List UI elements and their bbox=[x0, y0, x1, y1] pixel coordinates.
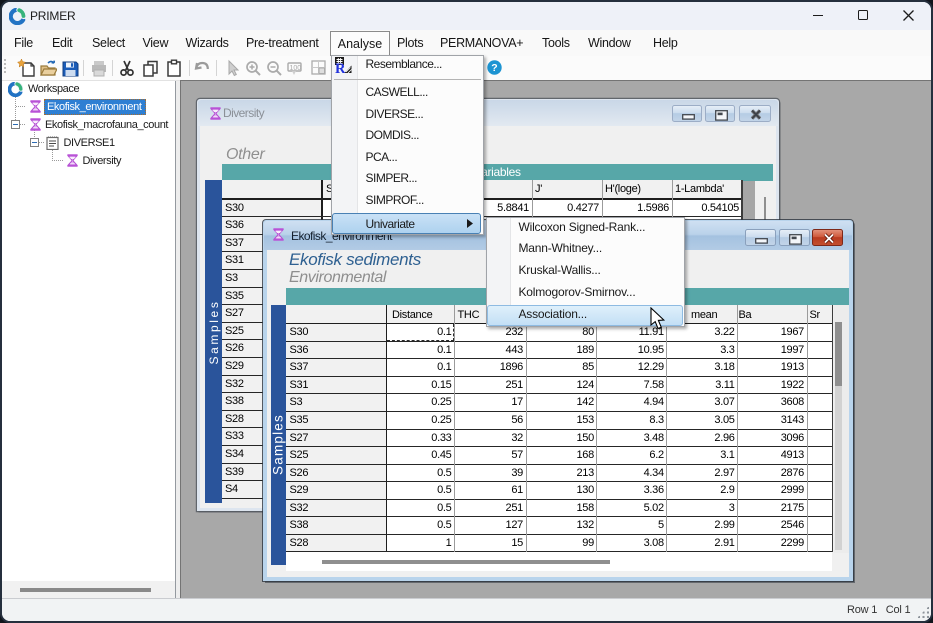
svg-text:R: R bbox=[335, 61, 346, 75]
svg-text:?: ? bbox=[491, 62, 497, 74]
svg-text:100: 100 bbox=[289, 65, 301, 72]
